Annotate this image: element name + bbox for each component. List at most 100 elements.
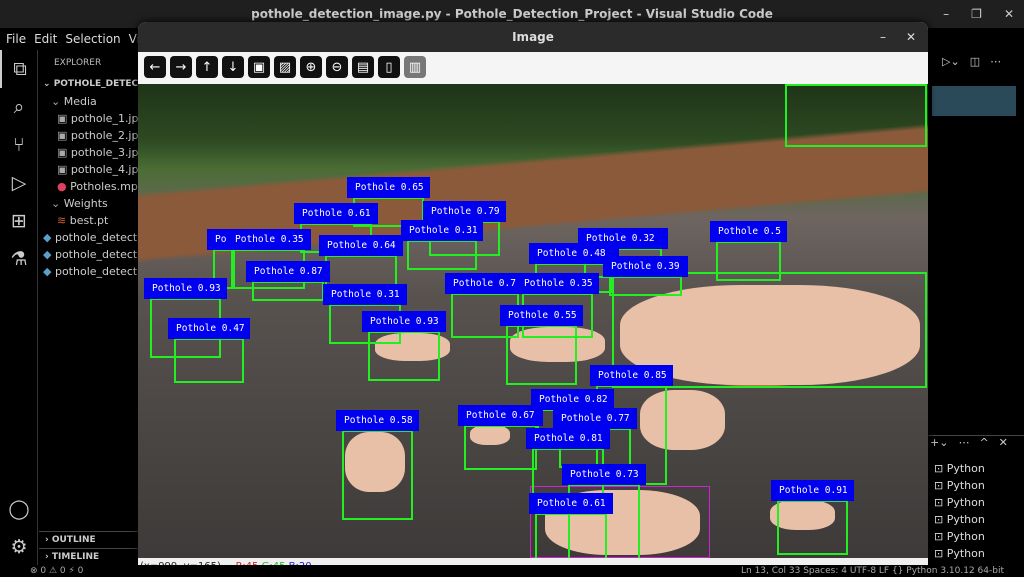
minimap[interactable] xyxy=(932,86,1016,116)
image-window-titlebar: Image – ✕ xyxy=(138,22,928,52)
menu-selection[interactable]: Selection xyxy=(65,28,120,50)
save-alt-icon[interactable]: ▥ xyxy=(404,56,426,78)
detection-label: Pothole 0.5 xyxy=(710,221,787,242)
detection-label: Pothole 0.61 xyxy=(529,493,613,514)
run-icon[interactable]: ▷⌄ xyxy=(942,55,960,71)
detection-box xyxy=(716,241,781,281)
run-debug-icon[interactable]: ▷ xyxy=(0,164,38,202)
detection-label: Pothole 0.75 xyxy=(445,273,525,294)
file-tree-item[interactable]: ▣ pothole_4.jpeg xyxy=(39,161,139,178)
file-tree-item[interactable]: ≋ best.pt xyxy=(39,212,139,229)
terminal-item[interactable]: ⊡ Python xyxy=(934,462,985,479)
terminal-icon: ⊡ xyxy=(934,479,947,492)
account-icon[interactable]: ◯ xyxy=(0,490,38,528)
terminal-icon: ⊡ xyxy=(934,496,947,509)
detection-image[interactable]: Pothole 0.65 Pothole 0.61 Pothole 0.79 Po Po… xyxy=(138,84,928,558)
file-tree-label: pothole_4.jpeg xyxy=(70,163,139,176)
minimize-icon[interactable]: – xyxy=(943,0,949,28)
file-tree-item[interactable]: ▣ pothole_3.jpg xyxy=(39,144,139,161)
arrow-down-icon[interactable]: ↓ xyxy=(222,56,244,78)
clipboard-icon[interactable]: ▯ xyxy=(378,56,400,78)
new-terminal-icon[interactable]: +⌄ xyxy=(930,436,948,451)
menu-file[interactable]: File xyxy=(6,28,26,50)
outline-label: OUTLINE xyxy=(51,535,96,545)
extensions-icon[interactable]: ⊞ xyxy=(0,202,38,240)
image-window-title: Image xyxy=(512,30,554,44)
terminal-item[interactable]: ⊡ Python xyxy=(934,513,985,530)
python-icon: ◆ xyxy=(43,265,55,278)
close-panel-icon[interactable]: ✕ xyxy=(999,436,1008,451)
detection-label: Pothole 0.35 xyxy=(227,229,311,250)
file-tree-item[interactable]: ◆ pothole_detection_webcam.py xyxy=(39,263,139,280)
image-icon: ▣ xyxy=(57,129,71,142)
arrow-left-icon[interactable]: ← xyxy=(144,56,166,78)
detection-box xyxy=(506,325,577,385)
terminal-icon: ⊡ xyxy=(934,530,947,543)
terminal-label: Python xyxy=(946,530,985,543)
more-icon[interactable]: ⋯ xyxy=(990,55,1001,71)
detection-label: Pothole 0.91 xyxy=(771,480,854,501)
file-tree-label: pothole_2.jpeg xyxy=(70,129,139,142)
detection-label: Pothole 0.39 xyxy=(603,256,688,277)
project-folder[interactable]: ⌄ POTHOLE_DETECTION_PROJECT xyxy=(39,76,139,93)
outline-panel[interactable]: › OUTLINE xyxy=(39,531,139,548)
problems-status[interactable]: ⊗ 0 ⚠ 0 ⚡ 0 xyxy=(30,565,83,577)
detection-label: Pothole 0.82 xyxy=(531,389,614,410)
explorer-sidebar: EXPLORER ⌄ POTHOLE_DETECTION_PROJECT ⌄ M… xyxy=(39,50,139,565)
file-tree-item[interactable]: ◆ pothole_detection_video.py xyxy=(39,246,139,263)
source-control-icon[interactable]: ⑂ xyxy=(0,126,38,164)
image-settings-icon[interactable]: ▨ xyxy=(274,56,296,78)
timeline-panel[interactable]: › TIMELINE xyxy=(39,548,139,565)
file-tree-item[interactable]: ◆ pothole_detection_image.py xyxy=(39,229,139,246)
image-toolbar: ← → ↑ ↓ ▣ ▨ ⊕ ⊖ ▤ ▯ ▥ xyxy=(138,52,928,84)
editor-right-area: ▷⌄ ◫ ⋯ +⌄ ⋯ ^ ✕ ⊡ Python ⊡ Python ⊡ Python ⊡ Pyt… xyxy=(928,50,1024,565)
zoom-in-icon[interactable]: ⊕ xyxy=(300,56,322,78)
folder-icon: ⌄ xyxy=(51,95,64,108)
terminal-list: ⊡ Python ⊡ Python ⊡ Python ⊡ Python ⊡ Python… xyxy=(934,462,985,564)
image-icon: ▣ xyxy=(57,163,71,176)
file-tree-item[interactable]: ⌄ Weights xyxy=(39,195,139,212)
file-tree-item[interactable]: ● Potholes.mp4 xyxy=(39,178,139,195)
detection-label: Pothole 0.93 xyxy=(144,278,227,299)
close-icon[interactable]: ✕ xyxy=(1004,0,1014,28)
detection-box xyxy=(407,240,477,270)
file-tree-item[interactable]: ▣ pothole_2.jpeg xyxy=(39,127,139,144)
maximize-panel-icon[interactable]: ^ xyxy=(979,436,988,451)
save-icon[interactable]: ▤ xyxy=(352,56,374,78)
status-right[interactable]: Ln 13, Col 33 Spaces: 4 UTF-8 LF {} Pyth… xyxy=(741,565,1004,577)
detection-label: Pothole 0.58 xyxy=(336,410,419,431)
detection-label: Pothole 0.85 xyxy=(590,365,673,386)
video-icon: ● xyxy=(57,180,71,193)
detection-box xyxy=(535,513,607,558)
file-tree-item[interactable]: ▣ pothole_1.jpeg xyxy=(39,110,139,127)
arrow-right-icon[interactable]: → xyxy=(170,56,192,78)
settings-gear-icon[interactable]: ⚙ xyxy=(0,528,38,566)
split-editor-icon[interactable]: ◫ xyxy=(970,55,980,71)
testing-icon[interactable]: ⚗ xyxy=(0,240,38,278)
close-icon[interactable]: ✕ xyxy=(906,22,916,52)
terminal-label: Python xyxy=(946,513,985,526)
file-tree-label: pothole_detection_video.py xyxy=(54,248,139,261)
file-tree-label: best.pt xyxy=(69,214,109,227)
minimize-icon[interactable]: – xyxy=(880,22,886,52)
terminal-label: Python xyxy=(946,479,985,492)
zoom-out-icon[interactable]: ⊖ xyxy=(326,56,348,78)
detection-box xyxy=(609,276,682,296)
menu-bar: File Edit Selection Vi xyxy=(0,28,140,50)
explorer-icon[interactable]: ⧉ xyxy=(0,50,38,88)
detection-label: Pothole 0.87 xyxy=(246,261,330,282)
search-icon[interactable]: ⌕ xyxy=(0,88,38,126)
terminal-item[interactable]: ⊡ Python xyxy=(934,547,985,564)
detection-box xyxy=(785,84,927,147)
more-icon[interactable]: ⋯ xyxy=(958,436,969,451)
window-title: pothole_detection_image.py - Pothole_Det… xyxy=(251,7,773,21)
project-name: POTHOLE_DETECTION_PROJECT xyxy=(53,79,139,89)
restore-icon[interactable]: ❐ xyxy=(971,0,982,28)
terminal-item[interactable]: ⊡ Python xyxy=(934,496,985,513)
image-icon[interactable]: ▣ xyxy=(248,56,270,78)
menu-edit[interactable]: Edit xyxy=(34,28,57,50)
terminal-item[interactable]: ⊡ Python xyxy=(934,479,985,496)
arrow-up-icon[interactable]: ↑ xyxy=(196,56,218,78)
file-tree-item[interactable]: ⌄ Media xyxy=(39,93,139,110)
terminal-item[interactable]: ⊡ Python xyxy=(934,530,985,547)
